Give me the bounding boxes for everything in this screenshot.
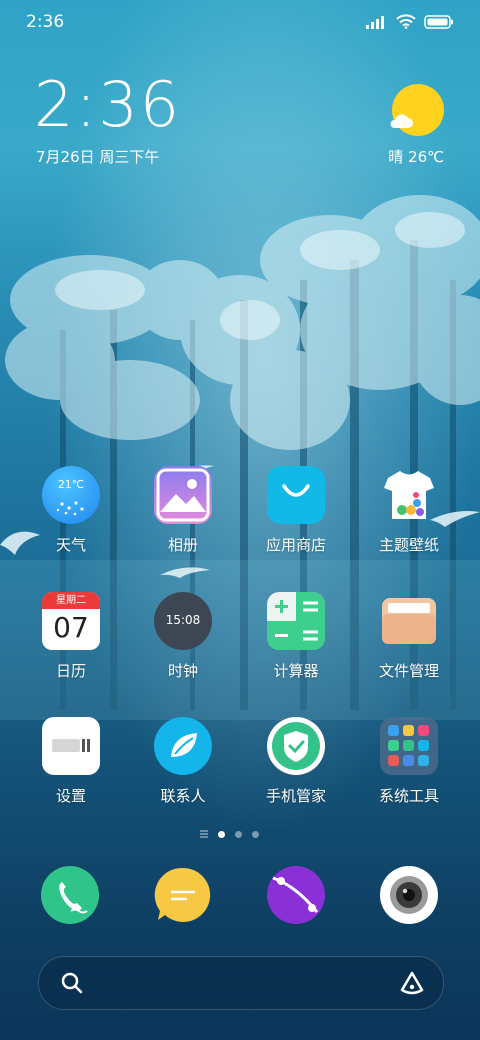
calendar-icon: 星期二 07 xyxy=(42,592,100,650)
system-tools-folder-icon xyxy=(380,717,438,775)
search-icon[interactable] xyxy=(61,972,83,994)
dock-browser[interactable] xyxy=(267,866,325,924)
weather-icon: 21℃ xyxy=(42,466,100,524)
app-gallery[interactable]: 相册 xyxy=(133,466,233,555)
security-icon xyxy=(267,717,325,775)
app-label-settings: 设置 xyxy=(55,787,86,805)
dock-camera[interactable] xyxy=(380,866,438,924)
file-manager-icon xyxy=(380,592,438,650)
page-dot-active[interactable] xyxy=(218,830,225,838)
app-label-themes: 主题壁纸 xyxy=(378,536,439,554)
clock-widget-time[interactable]: 2:36 xyxy=(34,74,181,136)
clock-widget-date: 7月26日 周三下午 xyxy=(36,148,160,166)
cloud-icon xyxy=(390,114,413,128)
home-screen: 2:36 2:36 7月26日 周三下午 晴 26℃ 21℃ 天气 相册 应用商… xyxy=(0,0,480,1040)
app-themes[interactable]: 主题壁纸 xyxy=(359,466,459,555)
dock-phone[interactable] xyxy=(41,866,99,924)
phone-icon xyxy=(41,866,99,924)
app-contacts[interactable]: 联系人 xyxy=(133,717,233,806)
settings-icon xyxy=(42,717,100,775)
app-calculator[interactable]: 计算器 xyxy=(246,592,346,681)
app-label-app-store: 应用商店 xyxy=(265,536,326,554)
contacts-icon xyxy=(154,717,212,775)
status-bar-time: 2:36 xyxy=(26,12,65,32)
signal-icon xyxy=(366,15,384,29)
calendar-weekday: 星期二 xyxy=(42,592,100,609)
battery-icon xyxy=(424,14,453,29)
browser-icon xyxy=(267,866,325,924)
app-file-manager[interactable]: 文件管理 xyxy=(359,592,459,681)
app-label-file-manager: 文件管理 xyxy=(378,662,439,680)
app-store-icon xyxy=(267,466,325,524)
page-indicator[interactable] xyxy=(200,830,259,838)
page-dot[interactable] xyxy=(252,830,259,838)
app-app-store[interactable]: 应用商店 xyxy=(246,466,346,555)
wifi-icon xyxy=(396,14,416,29)
app-label-security: 手机管家 xyxy=(265,787,326,805)
dock-messages[interactable] xyxy=(154,866,212,924)
app-label-calculator: 计算器 xyxy=(273,662,319,680)
weather-widget-text: 晴 26℃ xyxy=(388,148,444,166)
app-label-contacts: 联系人 xyxy=(160,787,206,805)
app-security[interactable]: 手机管家 xyxy=(246,717,346,806)
clock-icon-time: 15:08 xyxy=(165,613,201,627)
messages-icon xyxy=(154,867,211,922)
app-clock[interactable]: 15:08 时钟 xyxy=(133,592,233,681)
calendar-day: 07 xyxy=(53,611,89,644)
app-label-calendar: 日历 xyxy=(55,662,86,680)
app-label-system-tools: 系统工具 xyxy=(378,787,439,805)
themes-icon xyxy=(380,466,438,524)
status-bar-indicators xyxy=(366,14,454,29)
camera-icon xyxy=(380,866,438,924)
app-label-weather: 天气 xyxy=(55,536,86,554)
search-bar[interactable] xyxy=(38,956,444,1010)
app-weather[interactable]: 21℃ 天气 xyxy=(21,466,121,555)
app-system-tools-folder[interactable]: 系统工具 xyxy=(359,717,459,806)
page-list-icon xyxy=(200,830,208,838)
app-settings[interactable]: 设置 xyxy=(21,717,121,806)
calculator-icon xyxy=(267,592,325,650)
gallery-icon xyxy=(154,466,212,524)
clock-icon: 15:08 xyxy=(154,592,212,650)
page-dot[interactable] xyxy=(235,830,242,838)
app-label-clock: 时钟 xyxy=(167,662,198,680)
app-label-gallery: 相册 xyxy=(167,536,198,554)
assistant-icon[interactable] xyxy=(399,970,425,996)
app-calendar[interactable]: 星期二 07 日历 xyxy=(21,592,121,681)
